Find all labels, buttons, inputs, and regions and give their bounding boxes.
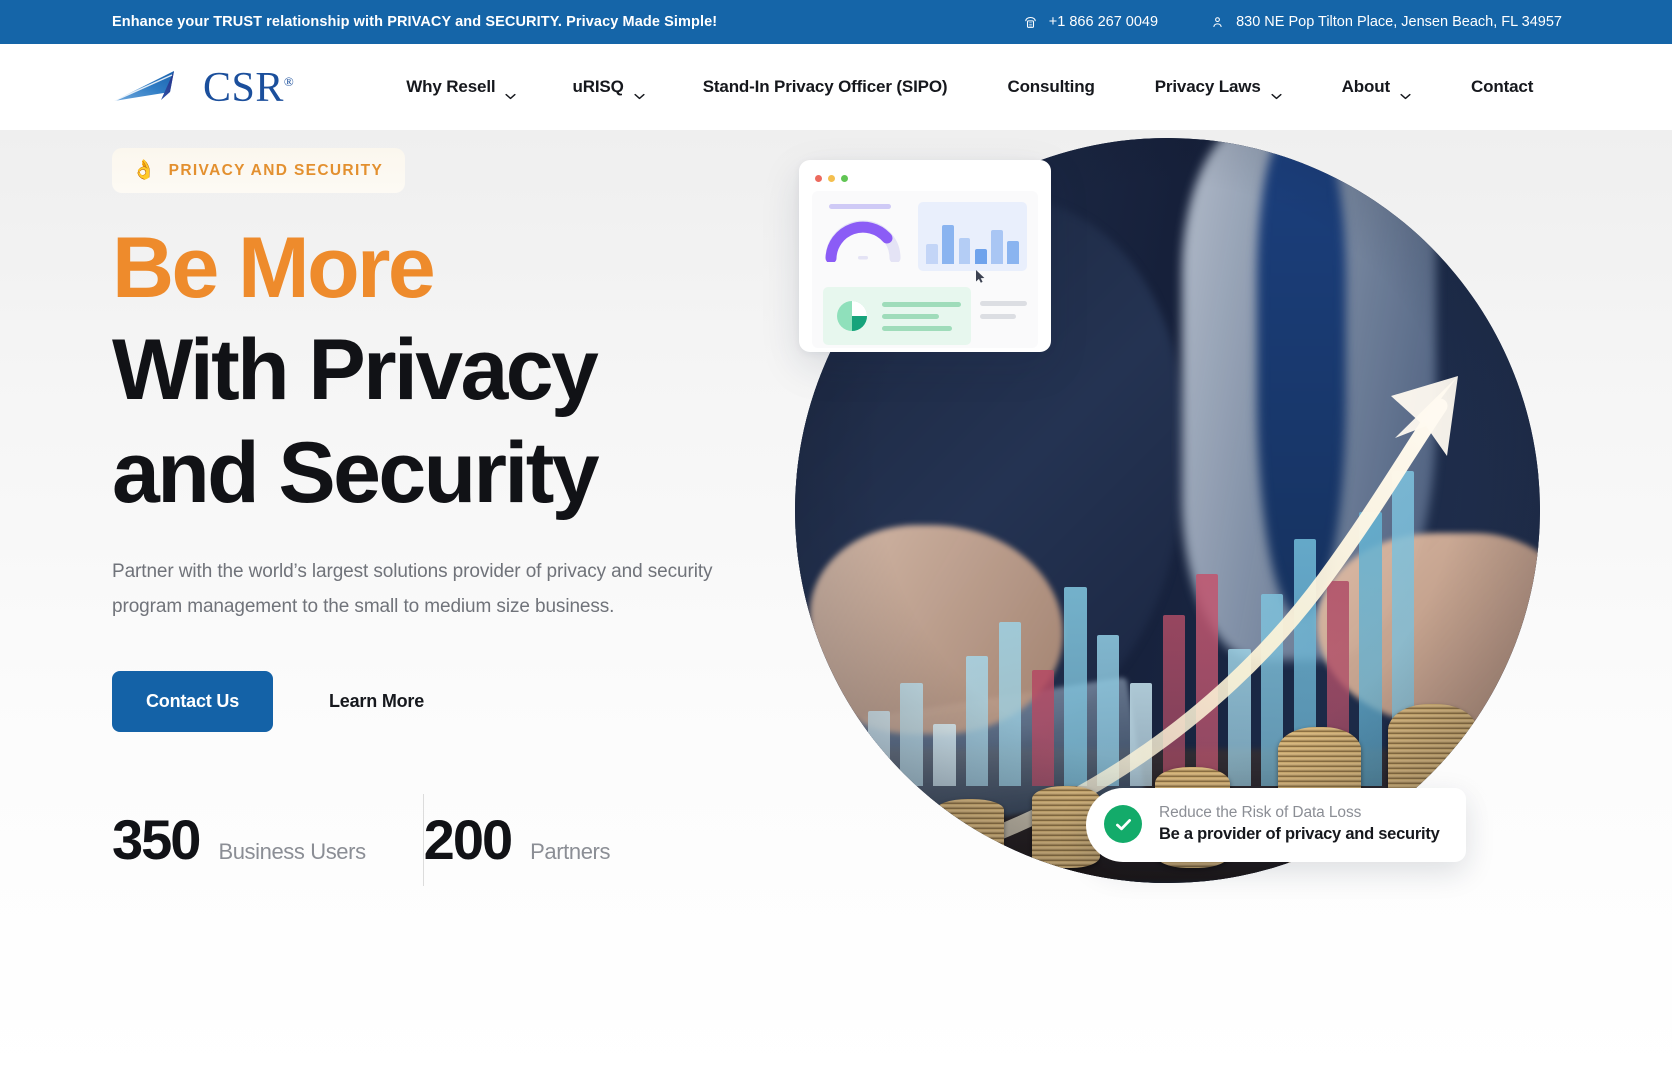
learn-more-button[interactable]: Learn More	[329, 691, 424, 712]
map-pin-icon	[1210, 14, 1225, 30]
notification-card: Reduce the Risk of Data Loss Be a provid…	[1086, 788, 1466, 862]
site-logo[interactable]: CSR®	[112, 65, 295, 111]
nav-item-about[interactable]: About	[1312, 77, 1441, 99]
topbar-phone-text: +1 866 267 0049	[1048, 14, 1159, 30]
notification-text: Reduce the Risk of Data Loss Be a provid…	[1159, 804, 1440, 844]
dashboard-list-widget	[980, 287, 1027, 345]
top-utility-bar: Enhance your TRUST relationship with PRI…	[0, 0, 1672, 44]
hero-content: 👌 PRIVACY AND SECURITY Be More With Priv…	[112, 148, 842, 887]
chevron-down-icon	[1271, 85, 1282, 99]
hero-section: 👌 PRIVACY AND SECURITY Be More With Priv…	[0, 130, 1672, 1082]
gauge-title-placeholder	[829, 204, 891, 209]
nav-label: uRISQ	[572, 77, 624, 96]
pie-widget-text-lines	[882, 301, 961, 331]
dashboard-mini-bar	[942, 224, 954, 264]
nav-label: Contact	[1470, 77, 1534, 96]
topbar-phone-link[interactable]: +1 866 267 0049	[1023, 14, 1158, 30]
nav-label: About	[1341, 77, 1390, 96]
nav-item-why-resell[interactable]: Why Resell	[378, 77, 544, 99]
nav-label: Why Resell	[406, 77, 496, 96]
dashboard-row-top	[823, 202, 1027, 278]
dashboard-mockup-card	[799, 160, 1051, 352]
hero-subtitle: Partner with the world’s largest solutio…	[112, 560, 713, 618]
dashboard-mini-bar	[991, 230, 1003, 264]
hero-badge-text: PRIVACY AND SECURITY	[168, 161, 384, 179]
hero-title-line3: and Security	[112, 424, 600, 521]
dashboard-mini-bar	[974, 249, 987, 264]
pie-chart-icon	[833, 297, 871, 335]
main-navigation: Why Resell uRISQ Stand-In Privacy Office…	[378, 77, 1563, 99]
nav-item-privacy-laws[interactable]: Privacy Laws	[1125, 77, 1312, 99]
ok-hand-emoji-icon: 👌	[132, 160, 156, 181]
notification-title: Reduce the Risk of Data Loss	[1159, 804, 1362, 821]
csr-swoosh-logo-icon	[112, 66, 194, 108]
dashboard-body	[812, 191, 1038, 348]
dashboard-mini-bar	[1007, 240, 1019, 264]
site-header: CSR® Why Resell uRISQ Stand-In Privacy O…	[0, 44, 1672, 130]
nav-item-consulting[interactable]: Consulting	[977, 77, 1124, 97]
stat-label: Partners	[530, 839, 611, 865]
contact-us-button[interactable]: Contact Us	[112, 671, 274, 733]
nav-item-urisq[interactable]: uRISQ	[544, 77, 672, 99]
window-traffic-lights	[815, 175, 1038, 182]
nav-label: Stand-In Privacy Officer (SIPO)	[702, 77, 948, 96]
dashboard-bar-chart-widget	[918, 202, 1027, 271]
stat-label: Business Users	[218, 839, 366, 865]
chevron-down-icon	[1400, 85, 1411, 99]
stat-value: 350	[112, 808, 201, 872]
topbar-address-link[interactable]: 830 NE Pop Tilton Place, Jensen Beach, F…	[1210, 14, 1562, 30]
chevron-down-icon	[634, 85, 645, 99]
dashboard-mini-bar	[958, 237, 971, 264]
dashboard-mini-bar	[926, 243, 938, 264]
notification-subtitle: Be a provider of privacy and security	[1159, 825, 1440, 843]
nav-label: Privacy Laws	[1154, 77, 1261, 96]
gauge-chart-icon	[823, 216, 907, 262]
stat-value: 200	[423, 808, 513, 872]
hero-stats: 350 Business Users 200 Partners	[112, 794, 842, 887]
window-close-dot-icon	[815, 175, 822, 182]
text-line-placeholder	[882, 301, 961, 307]
window-minimize-dot-icon	[828, 175, 835, 182]
text-line-placeholder	[882, 313, 939, 319]
check-circle-icon	[1104, 805, 1142, 843]
nav-label: Consulting	[1007, 77, 1095, 96]
chevron-down-icon	[505, 85, 517, 99]
text-line-placeholder	[980, 301, 1027, 306]
text-line-placeholder	[980, 314, 1016, 319]
stat-partners: 200 Partners	[423, 808, 611, 872]
dashboard-gauge-widget	[823, 202, 907, 278]
page-title: Be More With Privacy and Security	[112, 217, 842, 524]
logo-wordmark: CSR®	[203, 65, 295, 111]
dashboard-pie-widget	[823, 287, 971, 345]
hero-actions: Contact Us Learn More	[112, 671, 842, 733]
topbar-address-text: 830 NE Pop Tilton Place, Jensen Beach, F…	[1236, 14, 1562, 30]
nav-item-contact[interactable]: Contact	[1441, 77, 1563, 97]
text-line-placeholder	[882, 325, 952, 331]
topbar-contact-group: +1 866 267 0049 830 NE Pop Tilton Place,…	[1023, 14, 1562, 30]
dashboard-row-bottom	[823, 287, 1027, 345]
telephone-icon	[1023, 15, 1038, 30]
nav-item-sipo[interactable]: Stand-In Privacy Officer (SIPO)	[673, 77, 978, 97]
hero-visual: Reduce the Risk of Data Loss Be a provid…	[795, 138, 1585, 1078]
hero-title-accent: Be More	[112, 220, 436, 316]
mouse-cursor-icon	[975, 269, 986, 289]
stat-business-users: 350 Business Users	[112, 812, 423, 868]
hero-badge: 👌 PRIVACY AND SECURITY	[112, 148, 406, 193]
topbar-tagline: Enhance your TRUST relationship with PRI…	[112, 14, 718, 30]
hero-title-line2: With Privacy	[112, 322, 599, 419]
window-maximize-dot-icon	[841, 175, 848, 182]
